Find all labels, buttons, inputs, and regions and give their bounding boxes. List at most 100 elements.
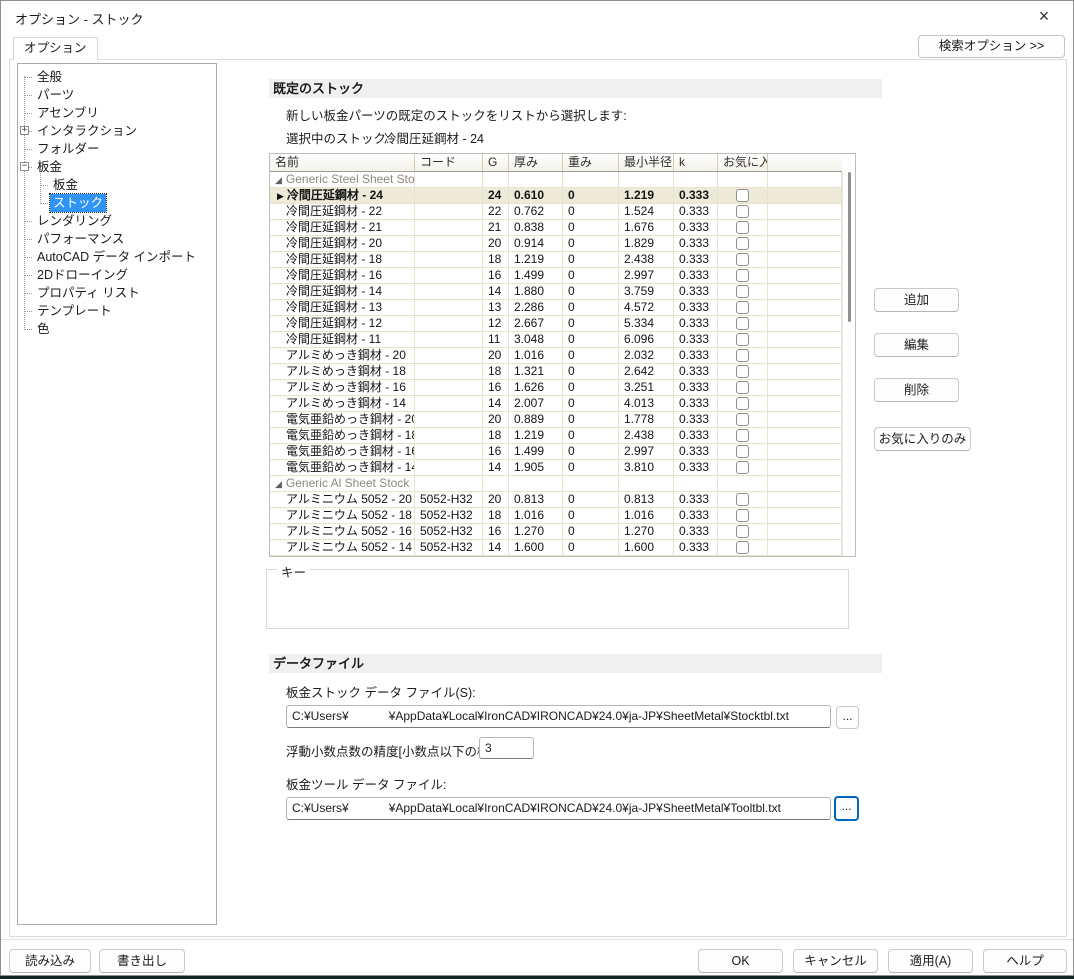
tree-item-3[interactable]: インタラクション bbox=[34, 122, 140, 140]
column-header-1[interactable]: コード bbox=[415, 154, 483, 171]
cell-gauge: 22 bbox=[483, 204, 509, 220]
table-row[interactable]: 電気亜鉛めっき鋼材 - 16161.49902.9970.333 bbox=[270, 444, 842, 460]
tree-item-1[interactable]: パーツ bbox=[34, 86, 77, 104]
tree-item-4[interactable]: フォルダー bbox=[34, 140, 103, 158]
cell-gauge: 20 bbox=[483, 236, 509, 252]
tree-item-12[interactable]: プロパティ リスト bbox=[34, 284, 143, 302]
favorite-checkbox[interactable] bbox=[736, 525, 749, 538]
footer-divider bbox=[1, 939, 1074, 940]
tree-item-10[interactable]: AutoCAD データ インポート bbox=[34, 248, 199, 266]
favorite-checkbox[interactable] bbox=[736, 397, 749, 410]
favorites-only-button[interactable]: お気に入りのみ bbox=[874, 427, 971, 451]
cell-thickness: 2.667 bbox=[509, 316, 563, 332]
tree-item-9[interactable]: パフォーマンス bbox=[34, 230, 127, 248]
tree-item-11[interactable]: 2Dドローイング bbox=[34, 266, 131, 284]
tree-item-5[interactable]: 板金 bbox=[34, 158, 65, 176]
column-header-6[interactable]: k bbox=[674, 154, 718, 171]
close-icon[interactable]: × bbox=[1027, 5, 1061, 29]
column-header-4[interactable]: 重み bbox=[563, 154, 619, 171]
favorite-checkbox[interactable] bbox=[736, 509, 749, 522]
search-options-button[interactable]: 検索オプション >> bbox=[918, 35, 1065, 58]
favorite-checkbox[interactable] bbox=[736, 365, 749, 378]
export-button[interactable]: 書き出し bbox=[99, 949, 185, 973]
add-button[interactable]: 追加 bbox=[874, 288, 959, 312]
table-row[interactable]: アルミニウム 5052 - 185052-H32181.01601.0160.3… bbox=[270, 508, 842, 524]
stock-file-browse-button[interactable]: ... bbox=[836, 706, 859, 729]
stock-file-input[interactable]: C:¥Users¥ ¥AppData¥Local¥IronCAD¥IRONCAD… bbox=[286, 705, 831, 728]
table-row[interactable]: 冷間圧延鋼材 - 12122.66705.3340.333 bbox=[270, 316, 842, 332]
favorite-checkbox[interactable] bbox=[736, 189, 749, 202]
table-scrollbar[interactable] bbox=[842, 172, 855, 556]
favorite-checkbox[interactable] bbox=[736, 445, 749, 458]
help-button[interactable]: ヘルプ bbox=[983, 949, 1067, 973]
favorite-checkbox[interactable] bbox=[736, 461, 749, 474]
delete-button[interactable]: 削除 bbox=[874, 378, 959, 402]
table-row[interactable]: ▶冷間圧延鋼材 - 24240.61001.2190.333 bbox=[270, 188, 842, 204]
tree-item-7[interactable]: ストック bbox=[50, 194, 106, 212]
table-row[interactable]: アルミめっき鋼材 - 14142.00704.0130.333 bbox=[270, 396, 842, 412]
table-row[interactable]: 冷間圧延鋼材 - 18181.21902.4380.333 bbox=[270, 252, 842, 268]
favorite-checkbox[interactable] bbox=[736, 381, 749, 394]
group-expanded-icon[interactable]: ◢ bbox=[275, 479, 282, 489]
tree-item-6[interactable]: 板金 bbox=[50, 176, 81, 194]
edit-button[interactable]: 編集 bbox=[874, 333, 959, 357]
favorite-checkbox[interactable] bbox=[736, 541, 749, 554]
table-row[interactable]: 冷間圧延鋼材 - 20200.91401.8290.333 bbox=[270, 236, 842, 252]
column-header-3[interactable]: 厚み bbox=[509, 154, 563, 171]
table-row[interactable]: 冷間圧延鋼材 - 16161.49902.9970.333 bbox=[270, 268, 842, 284]
table-row[interactable]: アルミニウム 5052 - 205052-H32200.81300.8130.3… bbox=[270, 492, 842, 508]
table-row[interactable]: 電気亜鉛めっき鋼材 - 20200.88901.7780.333 bbox=[270, 412, 842, 428]
favorite-checkbox[interactable] bbox=[736, 221, 749, 234]
tree-item-8[interactable]: レンダリング bbox=[34, 212, 115, 230]
tool-file-browse-button[interactable]: ... bbox=[834, 796, 859, 821]
precision-input[interactable]: 3 bbox=[479, 737, 534, 759]
table-row[interactable]: 電気亜鉛めっき鋼材 - 18181.21902.4380.333 bbox=[270, 428, 842, 444]
tree-item-14[interactable]: 色 bbox=[34, 320, 53, 338]
tree-item-13[interactable]: テンプレート bbox=[34, 302, 115, 320]
column-header-2[interactable]: G bbox=[483, 154, 509, 171]
table-row[interactable]: 電気亜鉛めっき鋼材 - 14141.90503.8100.333 bbox=[270, 460, 842, 476]
favorite-checkbox[interactable] bbox=[736, 269, 749, 282]
tree-collapse-icon[interactable]: − bbox=[20, 162, 29, 171]
load-button[interactable]: 読み込み bbox=[9, 949, 91, 973]
table-row[interactable]: アルミニウム 5052 - 145052-H32141.60001.6000.3… bbox=[270, 540, 842, 556]
table-row[interactable]: 冷間圧延鋼材 - 14141.88003.7590.333 bbox=[270, 284, 842, 300]
cell-code bbox=[415, 188, 483, 204]
favorite-checkbox[interactable] bbox=[736, 493, 749, 506]
apply-button[interactable]: 適用(A) bbox=[888, 949, 973, 973]
column-header-5[interactable]: 最小半径 bbox=[619, 154, 674, 171]
favorite-checkbox[interactable] bbox=[736, 333, 749, 346]
favorite-checkbox[interactable] bbox=[736, 429, 749, 442]
table-row[interactable]: 冷間圧延鋼材 - 13132.28604.5720.333 bbox=[270, 300, 842, 316]
table-row[interactable]: 冷間圧延鋼材 - 11113.04806.0960.333 bbox=[270, 332, 842, 348]
column-header-0[interactable]: 名前 bbox=[270, 154, 415, 171]
tool-file-input[interactable]: C:¥Users¥ ¥AppData¥Local¥IronCAD¥IRONCAD… bbox=[286, 797, 831, 820]
favorite-checkbox[interactable] bbox=[736, 349, 749, 362]
favorite-checkbox[interactable] bbox=[736, 237, 749, 250]
tree-item-0[interactable]: 全般 bbox=[34, 68, 65, 86]
favorite-checkbox[interactable] bbox=[736, 253, 749, 266]
tab-options[interactable]: オプション bbox=[13, 37, 98, 60]
favorite-checkbox[interactable] bbox=[736, 301, 749, 314]
favorite-checkbox[interactable] bbox=[736, 285, 749, 298]
table-row[interactable]: アルミめっき鋼材 - 18181.32102.6420.333 bbox=[270, 364, 842, 380]
tree-expand-icon[interactable]: + bbox=[20, 126, 29, 135]
tree-connector-stub bbox=[24, 329, 32, 330]
table-group-row[interactable]: ◢Generic Al Sheet Stock bbox=[270, 476, 842, 492]
table-row[interactable]: 冷間圧延鋼材 - 22220.76201.5240.333 bbox=[270, 204, 842, 220]
group-expanded-icon[interactable]: ◢ bbox=[275, 175, 282, 185]
table-row[interactable]: アルミめっき鋼材 - 16161.62603.2510.333 bbox=[270, 380, 842, 396]
table-row[interactable]: アルミニウム 5052 - 165052-H32161.27001.2700.3… bbox=[270, 524, 842, 540]
table-group-row[interactable]: ◢Generic Steel Sheet Stock bbox=[270, 172, 842, 188]
table-row[interactable]: アルミめっき鋼材 - 20201.01602.0320.333 bbox=[270, 348, 842, 364]
tree-item-2[interactable]: アセンブリ bbox=[34, 104, 102, 122]
ok-button[interactable]: OK bbox=[698, 949, 783, 973]
column-header-7[interactable]: お気に入... bbox=[718, 154, 768, 171]
table-scrollbar-thumb[interactable] bbox=[848, 172, 851, 322]
table-row[interactable]: 冷間圧延鋼材 - 21210.83801.6760.333 bbox=[270, 220, 842, 236]
cell-favorite bbox=[718, 284, 768, 300]
cancel-button[interactable]: キャンセル bbox=[793, 949, 878, 973]
favorite-checkbox[interactable] bbox=[736, 413, 749, 426]
favorite-checkbox[interactable] bbox=[736, 205, 749, 218]
favorite-checkbox[interactable] bbox=[736, 317, 749, 330]
